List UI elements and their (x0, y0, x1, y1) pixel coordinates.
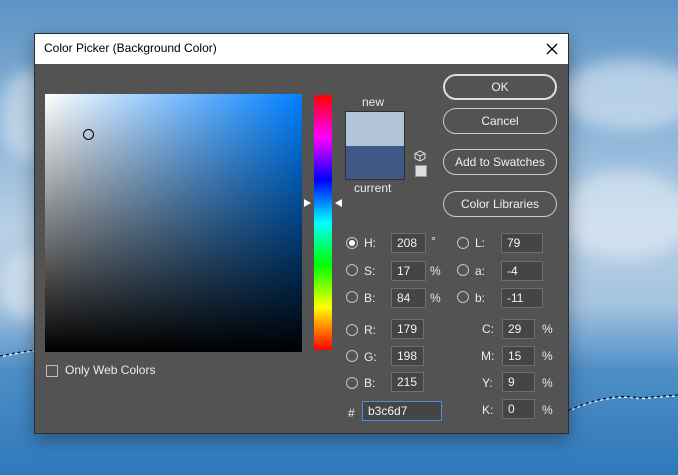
cancel-button[interactable]: Cancel (443, 108, 557, 134)
lightness-label: L: (475, 236, 486, 250)
radio-red[interactable] (346, 324, 358, 336)
green-input[interactable]: 198 (391, 346, 424, 366)
radio-lightness[interactable] (457, 237, 469, 249)
b-channel-input[interactable]: -11 (501, 288, 543, 308)
saturation-unit: % (430, 264, 441, 278)
brightness-input[interactable]: 84 (391, 288, 426, 308)
websafe-swatch-icon[interactable] (415, 165, 427, 177)
hue-slider[interactable] (314, 95, 332, 350)
black-unit: % (542, 403, 553, 417)
red-input[interactable]: 179 (391, 319, 424, 339)
radio-saturation[interactable] (346, 264, 358, 276)
new-color-swatch (345, 111, 405, 146)
dialog-title: Color Picker (Background Color) (44, 41, 217, 55)
cube-icon[interactable] (414, 150, 426, 162)
a-channel-label: a: (475, 264, 486, 278)
black-label: K: (482, 403, 494, 417)
color-field-cursor[interactable] (83, 129, 94, 140)
yellow-input[interactable]: 9 (502, 372, 535, 392)
current-color-swatch[interactable] (345, 146, 405, 180)
hue-slider-handle-right[interactable] (335, 199, 342, 207)
color-field[interactable] (45, 94, 302, 352)
saturation-input[interactable]: 17 (391, 261, 426, 281)
blue-label: B: (364, 376, 376, 390)
title-bar: Color Picker (Background Color) (35, 34, 568, 64)
saturation-label: S: (364, 264, 376, 278)
a-channel-input[interactable]: -4 (501, 261, 543, 281)
color-picker-dialog: Color Picker (Background Color) new curr… (34, 33, 569, 434)
black-input[interactable]: 0 (502, 399, 535, 419)
add-to-swatches-button[interactable]: Add to Swatches (443, 149, 557, 175)
lightness-input[interactable]: 79 (501, 233, 543, 253)
radio-hue[interactable] (346, 237, 358, 249)
b-channel-label: b: (475, 291, 486, 305)
hue-slider-handle-left[interactable] (304, 199, 311, 207)
yellow-unit: % (542, 376, 553, 390)
close-icon[interactable] (542, 39, 562, 59)
new-color-label: new (362, 95, 385, 109)
cyan-input[interactable]: 29 (502, 319, 535, 339)
magenta-label: M: (481, 349, 495, 363)
hue-input[interactable]: 208 (391, 233, 426, 253)
magenta-unit: % (542, 349, 553, 363)
green-label: G: (364, 350, 377, 364)
cyan-label: C: (482, 322, 494, 336)
background-cloud (560, 170, 678, 260)
radio-green[interactable] (346, 350, 358, 362)
radio-blue[interactable] (346, 377, 358, 389)
hue-unit: ° (431, 234, 436, 248)
only-web-colors-checkbox[interactable] (46, 365, 58, 377)
hex-input[interactable]: b3c6d7 (362, 401, 442, 421)
only-web-colors-label: Only Web Colors (65, 363, 156, 377)
cyan-unit: % (542, 322, 553, 336)
hue-label: H: (364, 236, 376, 250)
radio-brightness[interactable] (346, 291, 358, 303)
hex-label: # (348, 406, 355, 420)
brightness-label: B: (364, 291, 376, 305)
radio-a-channel[interactable] (457, 264, 469, 276)
background-cloud (560, 60, 678, 130)
ok-button[interactable]: OK (443, 74, 557, 100)
red-label: R: (364, 323, 376, 337)
magenta-input[interactable]: 15 (502, 346, 535, 366)
blue-input[interactable]: 215 (391, 372, 424, 392)
yellow-label: Y: (482, 376, 493, 390)
current-color-label: current (354, 181, 392, 195)
radio-b-channel[interactable] (457, 291, 469, 303)
brightness-unit: % (430, 291, 441, 305)
color-libraries-button[interactable]: Color Libraries (443, 191, 557, 217)
